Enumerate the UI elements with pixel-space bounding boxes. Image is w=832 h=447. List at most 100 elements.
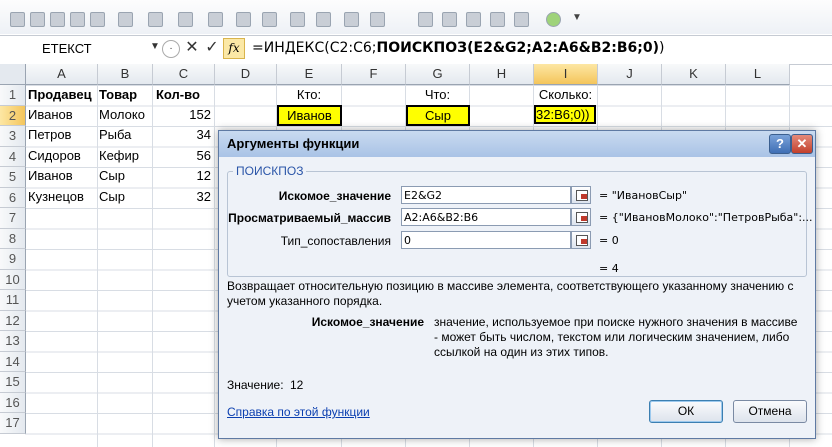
function-help-link[interactable]: Справка по этой функции	[227, 405, 370, 419]
col-header-i[interactable]: I	[534, 64, 598, 85]
preview-icon[interactable]	[90, 12, 105, 27]
cell-quantity[interactable]: 56	[153, 146, 211, 166]
sort-icon[interactable]	[208, 12, 223, 27]
cell-product[interactable]: Сыр	[99, 166, 125, 186]
row-header[interactable]: 9	[0, 249, 26, 270]
print-icon[interactable]	[70, 12, 85, 27]
save-icon[interactable]	[10, 12, 25, 27]
close-icon[interactable]: ✕	[791, 134, 813, 154]
collapse-dialog-icon[interactable]	[571, 186, 591, 204]
cell-product[interactable]: Кефир	[99, 146, 139, 166]
collapse-dialog-icon[interactable]	[571, 208, 591, 226]
col-header-b[interactable]: B	[98, 64, 153, 85]
what-input-cell[interactable]: Сыр	[406, 105, 470, 126]
col-header-d[interactable]: D	[215, 64, 277, 85]
cell-quantity[interactable]: 32	[153, 187, 211, 207]
formula-input[interactable]: =ИНДЕКС(C2:C6;ПОИСКПОЗ(E2&G2;A2:A6&B2:B6…	[252, 40, 664, 56]
header-product[interactable]: Товар	[99, 85, 137, 105]
ok-button[interactable]: ОК	[649, 400, 723, 423]
row-header[interactable]: 13	[0, 331, 26, 352]
insert-icon[interactable]	[316, 12, 331, 27]
cell-seller[interactable]: Кузнецов	[28, 187, 84, 207]
row-header[interactable]: 16	[0, 392, 26, 413]
col-header-k[interactable]: K	[662, 64, 726, 85]
arg-result: = 0	[599, 234, 619, 247]
formula-bar-handle-icon[interactable]: ·	[162, 40, 180, 58]
cell-product[interactable]: Сыр	[99, 187, 125, 207]
col-header-f[interactable]: F	[342, 64, 406, 85]
lookup-value-input[interactable]: E2&G2	[401, 186, 571, 204]
toolbar-dropdown-icon[interactable]: ▼	[572, 12, 582, 23]
insert-function-button[interactable]: fx	[223, 38, 245, 59]
who-input-cell[interactable]: Иванов	[277, 105, 342, 126]
chevron-down-icon[interactable]: ▼	[150, 41, 160, 52]
col-header-a[interactable]: A	[26, 64, 98, 85]
row-header[interactable]: 10	[0, 269, 26, 290]
cell-seller[interactable]: Сидоров	[28, 146, 81, 166]
match-type-input[interactable]: 0	[401, 231, 571, 249]
count-result-cell[interactable]: 32:B6;0))	[534, 105, 596, 124]
camera-icon[interactable]	[236, 12, 251, 27]
function-description: Возвращает относительную позицию в масси…	[227, 279, 794, 308]
cell-seller[interactable]: Иванов	[28, 105, 73, 125]
function-name: ПОИСКПОЗ	[233, 164, 307, 178]
undo-icon[interactable]	[118, 12, 133, 27]
cell-seller[interactable]: Петров	[28, 125, 71, 145]
cell-product[interactable]: Молоко	[99, 105, 145, 125]
row-header[interactable]: 8	[0, 228, 26, 249]
cell-quantity[interactable]: 152	[153, 105, 211, 125]
col-header-h[interactable]: H	[470, 64, 534, 85]
row-header[interactable]: 12	[0, 310, 26, 331]
count-label[interactable]: Сколько:	[534, 85, 597, 105]
filter-icon[interactable]	[490, 12, 505, 27]
row-header[interactable]: 1	[0, 85, 26, 106]
cell-product[interactable]: Рыба	[99, 125, 131, 145]
what-label[interactable]: Что:	[406, 85, 469, 105]
dialog-title-bar[interactable]: Аргументы функции ? ✕	[219, 131, 815, 157]
cell-quantity[interactable]: 12	[153, 166, 211, 186]
col-header-l[interactable]: L	[726, 64, 790, 85]
name-box[interactable]: ЕТЕКСТ ▼	[6, 38, 160, 58]
row-header[interactable]: 11	[0, 290, 26, 311]
cell-seller[interactable]: Иванов	[28, 166, 73, 186]
header-quantity[interactable]: Кол-во	[156, 85, 200, 105]
format-icon[interactable]	[344, 12, 359, 27]
new-icon[interactable]	[30, 12, 45, 27]
row-header[interactable]: 3	[0, 126, 26, 147]
row-header[interactable]: 2	[0, 105, 26, 126]
collapse-dialog-icon[interactable]	[571, 231, 591, 249]
chart2-icon[interactable]	[514, 12, 529, 27]
cancel-formula-icon[interactable]: ✕	[182, 38, 202, 58]
pi-icon[interactable]	[178, 12, 193, 27]
row-header[interactable]: 5	[0, 167, 26, 188]
col-header-e[interactable]: E	[277, 64, 342, 85]
grid-icon[interactable]	[442, 12, 457, 27]
row-header[interactable]: 17	[0, 413, 26, 434]
help-icon[interactable]: ?	[769, 134, 791, 154]
row-header[interactable]: 14	[0, 351, 26, 372]
pivot-icon[interactable]	[466, 12, 481, 27]
arrow-icon[interactable]	[418, 12, 433, 27]
cancel-button[interactable]: Отмена	[733, 400, 807, 423]
row-header[interactable]: 4	[0, 146, 26, 167]
table-icon[interactable]	[290, 12, 305, 27]
header-seller[interactable]: Продавец	[28, 85, 92, 105]
col-header-c[interactable]: C	[153, 64, 215, 85]
who-label[interactable]: Кто:	[277, 85, 341, 105]
row-header[interactable]: 15	[0, 372, 26, 393]
arg-label-lookup-value: Искомое_значение	[278, 189, 391, 203]
lookup-array-input[interactable]: A2:A6&B2:B6	[401, 208, 571, 226]
chart-icon[interactable]	[262, 12, 277, 27]
redo-icon[interactable]	[148, 12, 163, 27]
row-header[interactable]: 7	[0, 208, 26, 229]
col-header-g[interactable]: G	[406, 64, 470, 85]
delete-icon[interactable]	[370, 12, 385, 27]
open-icon[interactable]	[50, 12, 65, 27]
row-header[interactable]: 6	[0, 187, 26, 208]
enter-formula-icon[interactable]: ✓	[202, 38, 222, 58]
globe-icon[interactable]	[546, 12, 561, 27]
select-all-corner[interactable]	[0, 64, 26, 85]
name-box-value: ЕТЕКСТ	[42, 41, 92, 56]
cell-quantity[interactable]: 34	[153, 125, 211, 145]
col-header-j[interactable]: J	[598, 64, 662, 85]
